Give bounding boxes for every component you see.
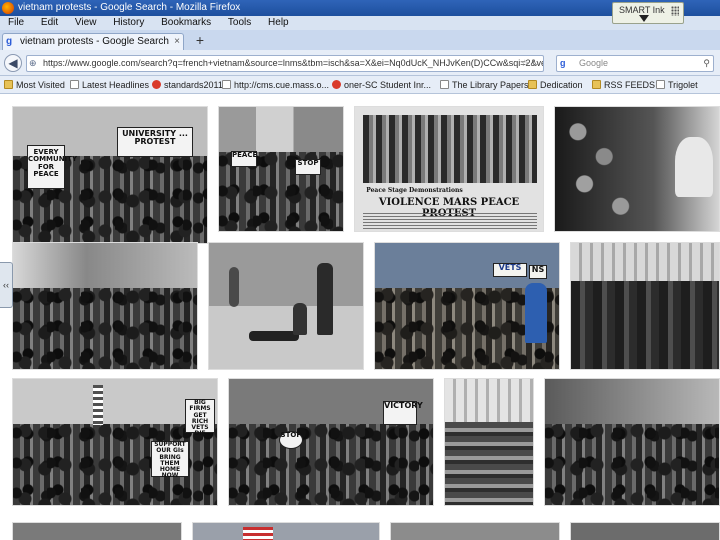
- back-button[interactable]: ◀: [4, 54, 22, 72]
- menu-history[interactable]: History: [113, 16, 144, 30]
- protest-sign: BIG FIRMS GET RICH VETS DIE: [185, 399, 215, 437]
- rss-icon: [70, 80, 79, 89]
- bookmark-label: Latest Headlines: [82, 80, 150, 90]
- bookmark-latest-headlines[interactable]: Latest Headlines: [70, 76, 150, 93]
- bookmark-label: The Library Papers: [452, 80, 529, 90]
- protest-sign: STOP: [279, 431, 303, 449]
- protest-sign: STOP: [295, 159, 321, 175]
- page-icon: [222, 80, 231, 89]
- image-results-grid: UNIVERSITY ... PROTEST EVERY COMMUNITY F…: [0, 94, 720, 540]
- protest-sign: EVERY COMMUNITY FOR PEACE: [27, 145, 77, 189]
- url-text: https://www.google.com/search?q=french+v…: [43, 58, 544, 68]
- bookmark-label: standards2011: [164, 80, 223, 90]
- protest-sign: NS: [529, 265, 547, 279]
- image-result[interactable]: [208, 242, 364, 370]
- image-result[interactable]: [444, 378, 534, 506]
- image-result[interactable]: VETS NS: [374, 242, 560, 370]
- image-result[interactable]: VICTORY STOP: [228, 378, 434, 506]
- url-bar[interactable]: ⊕ https://www.google.com/search?q=french+…: [26, 55, 544, 72]
- bookmark-label: oner-SC Student Inr...: [344, 80, 432, 90]
- apple-icon: [332, 80, 341, 89]
- menu-file[interactable]: File: [8, 16, 24, 30]
- tab-label: vietnam protests - Google Search: [20, 36, 169, 47]
- image-result[interactable]: Peace Stage Demonstrations VIOLENCE MARS…: [354, 106, 544, 232]
- search-icon[interactable]: ⚲: [703, 56, 710, 71]
- protest-sign: SUPPORT OUR GIs BRING THEM HOME NOW: [151, 441, 189, 479]
- bookmark-star-icon[interactable]: ☆ ↻: [521, 56, 539, 71]
- page-icon: [440, 80, 449, 89]
- bookmark-favicon-icon: [152, 80, 161, 89]
- image-result[interactable]: PEACE STOP: [218, 106, 344, 232]
- new-tab-button[interactable]: +: [192, 32, 208, 48]
- search-engine-icon[interactable]: g: [560, 56, 566, 71]
- image-result[interactable]: BIG FIRMS GET RICH VETS DIE SUPPORT OUR …: [12, 378, 218, 506]
- search-placeholder: Google: [579, 58, 609, 68]
- bookmark-label: RSS FEEDS: [604, 80, 656, 90]
- flag-icon: [93, 385, 103, 425]
- site-identity-icon[interactable]: ⊕: [29, 56, 43, 71]
- google-favicon-icon: g: [6, 36, 13, 47]
- protest-sign: UNIVERSITY ... PROTEST: [117, 127, 193, 157]
- tab-close-icon[interactable]: ×: [174, 34, 180, 49]
- bookmarks-bar: Most Visited Latest Headlines standards2…: [0, 76, 720, 94]
- image-result[interactable]: [570, 242, 720, 370]
- bookmark-cms[interactable]: http://cms.cue.mass.o...: [222, 76, 330, 93]
- bookmark-rss-feeds[interactable]: RSS FEEDS: [592, 76, 656, 93]
- bookmark-most-visited[interactable]: Most Visited: [4, 76, 65, 93]
- bookmark-dedication[interactable]: Dedication: [528, 76, 583, 93]
- bookmark-trigolet[interactable]: Trigolet: [656, 76, 698, 93]
- protest-sign: PEACE: [231, 151, 257, 167]
- protest-sign: VETS: [493, 263, 527, 277]
- menu-view[interactable]: View: [75, 16, 97, 30]
- image-result[interactable]: [12, 242, 198, 370]
- folder-icon: [528, 80, 537, 89]
- page-icon: [656, 80, 665, 89]
- bookmark-label: Most Visited: [16, 80, 65, 90]
- navigation-bar: ◀ ⊕ https://www.google.com/search?q=frenc…: [0, 50, 720, 76]
- menu-bookmarks[interactable]: Bookmarks: [161, 16, 211, 30]
- folder-icon: [4, 80, 13, 89]
- tab-bar: g vietnam protests - Google Search ×: [0, 30, 720, 50]
- image-result[interactable]: [544, 378, 720, 506]
- menu-help[interactable]: Help: [268, 16, 289, 30]
- dropdown-arrow-icon[interactable]: [639, 15, 649, 22]
- image-result[interactable]: [12, 522, 182, 540]
- newspaper-kicker: Peace Stage Demonstrations: [366, 187, 463, 194]
- menu-tools[interactable]: Tools: [228, 16, 251, 30]
- bookmark-student-inr[interactable]: oner-SC Student Inr...: [332, 76, 432, 93]
- tab-google-search[interactable]: g vietnam protests - Google Search ×: [2, 33, 184, 50]
- protest-sign: VICTORY: [383, 401, 423, 425]
- image-result[interactable]: [554, 106, 720, 232]
- image-result[interactable]: [390, 522, 560, 540]
- image-result[interactable]: UNIVERSITY ... PROTEST EVERY COMMUNITY F…: [12, 106, 208, 244]
- drag-handle-icon[interactable]: [671, 6, 679, 16]
- bookmark-label: Trigolet: [668, 80, 698, 90]
- image-result[interactable]: [570, 522, 720, 540]
- folder-icon: [592, 80, 601, 89]
- bookmark-library-papers[interactable]: The Library Papers: [440, 76, 529, 93]
- window-title: vietnam protests - Google Search - Mozil…: [18, 2, 241, 13]
- bookmark-standards2011[interactable]: standards2011: [152, 76, 223, 93]
- side-panel-handle[interactable]: ‹‹: [0, 262, 13, 308]
- bookmark-label: Dedication: [540, 80, 583, 90]
- smart-ink-label: SMART Ink: [619, 5, 665, 15]
- menu-edit[interactable]: Edit: [41, 16, 58, 30]
- search-box[interactable]: g Google ⚲: [556, 55, 714, 72]
- flag-icon: [243, 527, 273, 540]
- smart-ink-toolbar[interactable]: SMART Ink: [612, 2, 684, 24]
- firefox-icon: [2, 2, 14, 14]
- image-result[interactable]: [192, 522, 380, 540]
- bookmark-label: http://cms.cue.mass.o...: [234, 80, 330, 90]
